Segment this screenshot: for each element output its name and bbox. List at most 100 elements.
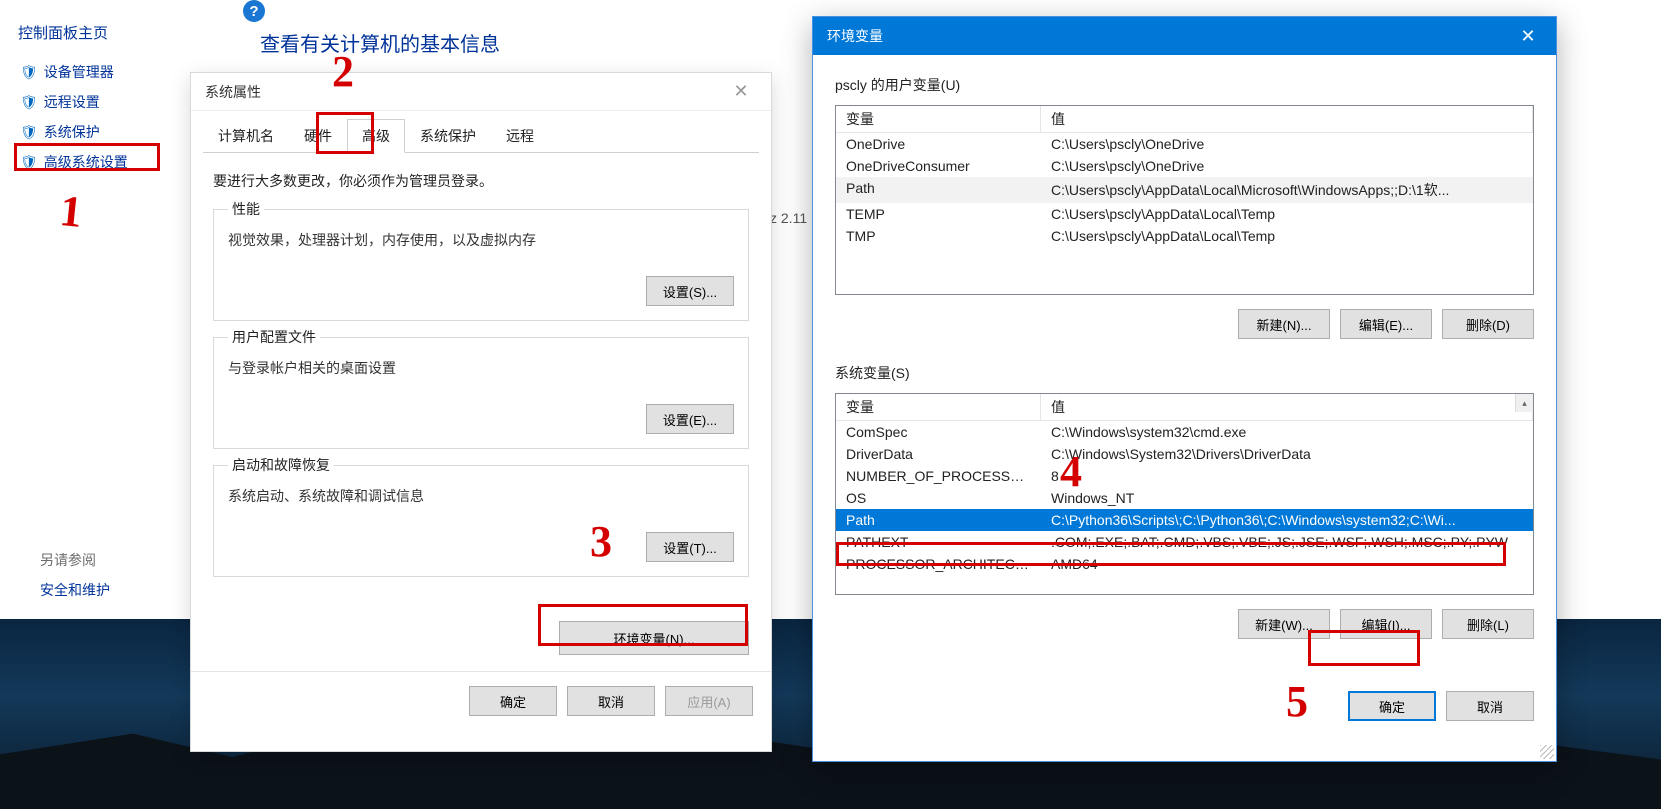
group-performance: 性能 视觉效果，处理器计划，内存使用，以及虚拟内存 设置(S)... [213,209,749,321]
table-row[interactable]: PROCESSOR_ARCHITECTUREAMD64 [836,553,1533,575]
list-header: 变量 值 [836,106,1533,133]
var-value: C:\Windows\System32\Drivers\DriverData [1041,443,1533,465]
env-cancel-button[interactable]: 取消 [1446,691,1534,721]
cp-main-heading: 查看有关计算机的基本信息 [260,28,500,57]
col-var: 变量 [836,394,1041,420]
var-value: Windows_NT [1041,487,1533,509]
perf-settings-button[interactable]: 设置(S)... [646,276,734,306]
cp-link-protection[interactable]: 🛡 系统保护 [18,121,188,143]
sysprop-titlebar: 系统属性 ✕ [191,73,771,111]
resize-grip-icon[interactable] [1540,745,1554,759]
sys-delete-button[interactable]: 删除(L) [1442,609,1534,639]
group-desc: 视觉效果，处理器计划，内存使用，以及虚拟内存 [228,230,734,250]
profile-settings-button[interactable]: 设置(E)... [646,404,734,434]
var-value: C:\Python36\Scripts\;C:\Python36\;C:\Win… [1041,509,1533,531]
link-label: 系统保护 [44,122,100,142]
var-name: NUMBER_OF_PROCESSORS [836,465,1041,487]
cp-link-advanced[interactable]: 🛡 高级系统设置 [18,151,188,173]
list-header: 变量 值 [836,394,1533,421]
ok-button[interactable]: 确定 [469,686,557,716]
scroll-up-icon[interactable]: ▴ [1515,394,1533,412]
var-value: 8 [1041,465,1533,487]
table-row[interactable]: OneDriveC:\Users\pscly\OneDrive [836,133,1533,155]
table-row[interactable]: DriverDataC:\Windows\System32\Drivers\Dr… [836,443,1533,465]
group-title: 性能 [228,199,264,219]
startup-settings-button[interactable]: 设置(T)... [646,532,734,562]
col-val: 值 [1041,106,1533,132]
user-edit-button[interactable]: 编辑(E)... [1340,309,1432,339]
tab-computer-name[interactable]: 计算机名 [203,119,289,152]
table-row[interactable]: TEMPC:\Users\pscly\AppData\Local\Temp [836,203,1533,225]
cp-link-device-manager[interactable]: 🛡 设备管理器 [18,61,188,83]
shield-icon: 🛡 [20,154,38,171]
var-value: .COM;.EXE;.BAT;.CMD;.VBS;.VBE;.JS;.JSE;.… [1041,531,1533,553]
var-value: C:\Users\pscly\OneDrive [1041,133,1533,155]
env-titlebar: 环境变量 ✕ [813,17,1556,55]
env-variables-dialog: 环境变量 ✕ pscly 的用户变量(U) 变量 值 OneDriveC:\Us… [812,16,1557,762]
system-properties-dialog: 系统属性 ✕ 计算机名 硬件 高级 系统保护 远程 要进行大多数更改，你必须作为… [190,72,772,752]
sys-vars-label: 系统变量(S) [835,363,1534,383]
group-title: 用户配置文件 [228,327,320,347]
var-name: TEMP [836,203,1041,225]
var-value: C:\Users\pscly\OneDrive [1041,155,1533,177]
cp-home-title: 控制面板主页 [18,22,188,43]
var-name: OneDrive [836,133,1041,155]
var-value: C:\Users\pscly\AppData\Local\Microsoft\W… [1041,177,1533,203]
user-delete-button[interactable]: 删除(D) [1442,309,1534,339]
cp-link-remote[interactable]: 🛡 远程设置 [18,91,188,113]
sys-new-button[interactable]: 新建(W)... [1238,609,1330,639]
link-label: 远程设置 [44,92,100,112]
group-title: 启动和故障恢复 [228,455,334,475]
var-name: DriverData [836,443,1041,465]
admin-hint: 要进行大多数更改，你必须作为管理员登录。 [213,171,749,191]
table-row[interactable]: ComSpecC:\Windows\system32\cmd.exe [836,421,1533,443]
bg-text-fragment: z 2.11 [770,210,807,226]
group-startup: 启动和故障恢复 系统启动、系统故障和调试信息 设置(T)... [213,465,749,577]
link-label: 高级系统设置 [44,152,128,172]
user-vars-label: pscly 的用户变量(U) [835,75,1534,95]
close-icon[interactable]: ✕ [1506,17,1550,55]
var-name: OneDriveConsumer [836,155,1041,177]
sysprop-tabs: 计算机名 硬件 高级 系统保护 远程 [203,119,759,153]
col-var: 变量 [836,106,1041,132]
also-label: 另请参阅 [40,550,110,570]
user-vars-list[interactable]: 变量 值 OneDriveC:\Users\pscly\OneDriveOneD… [835,105,1534,295]
table-row[interactable]: OSWindows_NT [836,487,1533,509]
cp-security-link[interactable]: 安全和维护 [40,580,110,600]
table-row[interactable]: PathC:\Users\pscly\AppData\Local\Microso… [836,177,1533,203]
table-row[interactable]: PATHEXT.COM;.EXE;.BAT;.CMD;.VBS;.VBE;.JS… [836,531,1533,553]
group-desc: 与登录帐户相关的桌面设置 [228,358,734,378]
var-value: C:\Windows\system32\cmd.exe [1041,421,1533,443]
tab-advanced[interactable]: 高级 [347,119,405,153]
table-row[interactable]: OneDriveConsumerC:\Users\pscly\OneDrive [836,155,1533,177]
table-row[interactable]: TMPC:\Users\pscly\AppData\Local\Temp [836,225,1533,247]
var-name: PROCESSOR_ARCHITECTURE [836,553,1041,575]
var-value: C:\Users\pscly\AppData\Local\Temp [1041,225,1533,247]
shield-icon: 🛡 [20,64,38,81]
shield-icon: 🛡 [20,94,38,111]
env-variables-button[interactable]: 环境变量(N)... [559,621,749,655]
cp-see-also: 另请参阅 安全和维护 [40,550,110,600]
tab-hardware[interactable]: 硬件 [289,119,347,152]
table-row[interactable]: PathC:\Python36\Scripts\;C:\Python36\;C:… [836,509,1533,531]
var-name: Path [836,177,1041,203]
group-desc: 系统启动、系统故障和调试信息 [228,486,734,506]
var-name: TMP [836,225,1041,247]
group-user-profile: 用户配置文件 与登录帐户相关的桌面设置 设置(E)... [213,337,749,449]
var-value: C:\Users\pscly\AppData\Local\Temp [1041,203,1533,225]
tab-protection[interactable]: 系统保护 [405,119,491,152]
apply-button[interactable]: 应用(A) [665,686,753,716]
tab-remote[interactable]: 远程 [491,119,549,152]
env-ok-button[interactable]: 确定 [1348,691,1436,721]
close-icon[interactable]: ✕ [721,81,761,102]
help-icon[interactable]: ? [243,0,265,22]
table-row[interactable]: NUMBER_OF_PROCESSORS8 [836,465,1533,487]
sys-edit-button[interactable]: 编辑(I)... [1340,609,1432,639]
var-name: PATHEXT [836,531,1041,553]
col-val: 值 [1041,394,1533,420]
user-new-button[interactable]: 新建(N)... [1238,309,1330,339]
var-name: Path [836,509,1041,531]
cancel-button[interactable]: 取消 [567,686,655,716]
var-name: ComSpec [836,421,1041,443]
sys-vars-list[interactable]: ▴ 变量 值 ComSpecC:\Windows\system32\cmd.ex… [835,393,1534,595]
